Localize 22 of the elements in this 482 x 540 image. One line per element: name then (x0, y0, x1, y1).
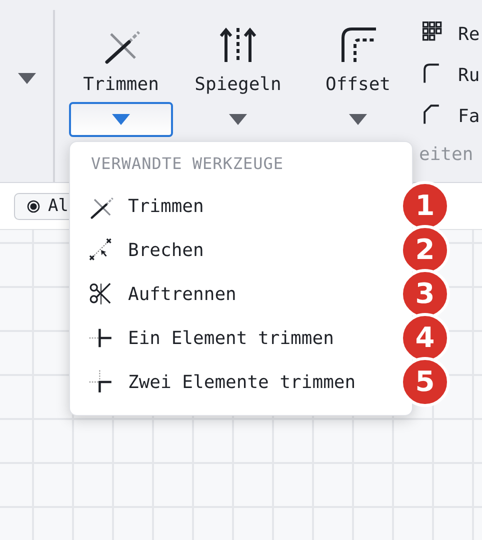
tool-label[interactable]: Spiegeln (194, 74, 282, 96)
tool-label[interactable]: Offset (325, 74, 391, 96)
menu-item[interactable]: Brechen (70, 228, 396, 272)
trim-two-icon (88, 369, 114, 395)
menu-item[interactable]: Auftrennen (70, 272, 396, 316)
group-label: eiten (419, 143, 474, 167)
caret-icon (229, 114, 247, 125)
menu-item[interactable]: Zwei Elemente trimmen (70, 360, 396, 404)
menu-item[interactable]: Trimmen (70, 184, 396, 228)
tool-label[interactable]: Ru (458, 62, 480, 88)
dropdown-caret-icon[interactable] (18, 72, 36, 84)
tool-label[interactable]: Fa (458, 102, 480, 130)
caret-icon (349, 114, 367, 125)
break-icon (88, 237, 114, 263)
menu-header: VERWANDTE WERKZEUGE (90, 153, 285, 175)
number-badge: 5 (400, 357, 450, 407)
tool-label[interactable]: Re (458, 20, 480, 48)
dropdown-button[interactable] (69, 102, 173, 137)
tool-label[interactable]: Trimmen (83, 74, 159, 96)
radio-icon (27, 200, 40, 213)
menu-item[interactable]: Ein Element trimmen (70, 316, 396, 360)
caret-icon (112, 114, 130, 125)
